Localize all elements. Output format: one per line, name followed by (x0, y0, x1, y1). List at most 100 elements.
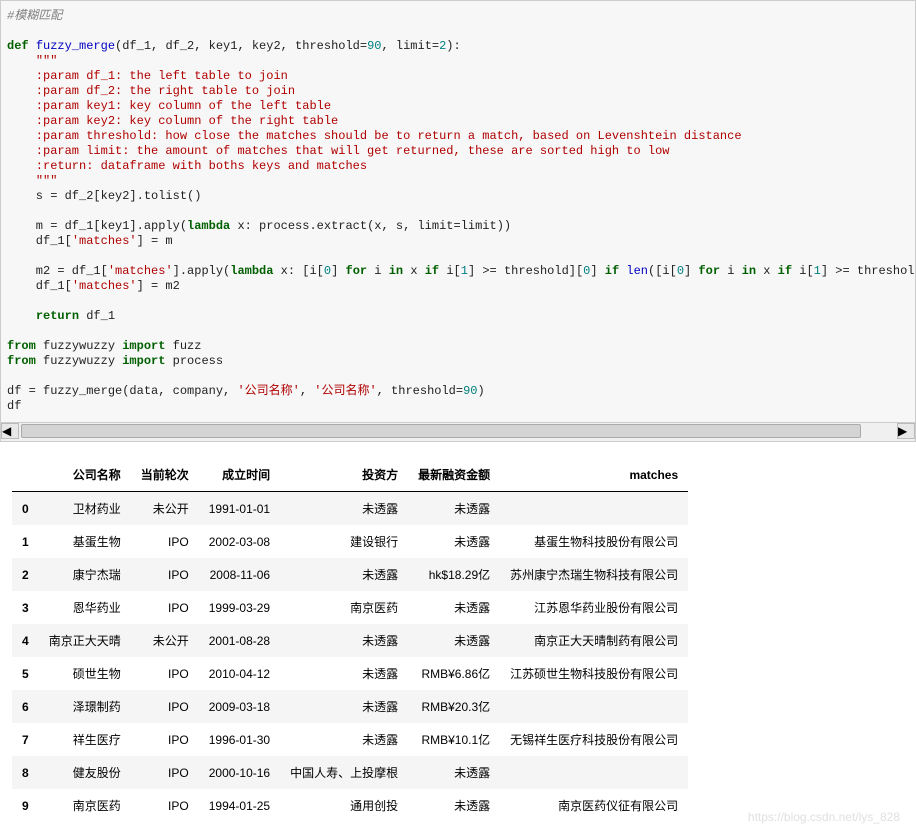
table-cell: 通用创投 (280, 789, 408, 822)
table-cell (500, 756, 688, 789)
table-row: 3恩华药业IPO1999-03-29南京医药未透露江苏恩华药业股份有限公司 (12, 591, 688, 624)
table-cell: IPO (131, 591, 199, 624)
table-cell: 未透露 (280, 690, 408, 723)
table-cell: 未公开 (131, 492, 199, 526)
table-cell: IPO (131, 789, 199, 822)
table-cell: 未透露 (280, 492, 408, 526)
row-index: 2 (12, 558, 39, 591)
code-line: df (7, 399, 909, 414)
row-index: 8 (12, 756, 39, 789)
table-cell: 南京医药 (39, 789, 131, 822)
table-cell: 2001-08-28 (199, 624, 280, 657)
code-line: df_1['matches'] = m (7, 234, 909, 249)
table-cell (500, 492, 688, 526)
code-line: return df_1 (7, 309, 909, 324)
table-cell: hk$18.29亿 (408, 558, 500, 591)
row-index: 4 (12, 624, 39, 657)
code-line: from fuzzywuzzy import process (7, 354, 909, 369)
table-cell: 1991-01-01 (199, 492, 280, 526)
table-cell: RMB¥20.3亿 (408, 690, 500, 723)
column-header: 公司名称 (39, 458, 131, 492)
table-row: 2康宁杰瑞IPO2008-11-06未透露hk$18.29亿苏州康宁杰瑞生物科技… (12, 558, 688, 591)
column-header: matches (500, 458, 688, 492)
code-line (7, 204, 909, 219)
table-cell: 健友股份 (39, 756, 131, 789)
table-cell: 2010-04-12 (199, 657, 280, 690)
table-cell: 中国人寿、上投摩根 (280, 756, 408, 789)
table-cell: 康宁杰瑞 (39, 558, 131, 591)
table-cell: 恩华药业 (39, 591, 131, 624)
code-line (7, 294, 909, 309)
code-line: :param key1: key column of the left tabl… (7, 99, 909, 114)
table-cell: 未透露 (408, 525, 500, 558)
table-cell: RMB¥6.86亿 (408, 657, 500, 690)
table-cell: IPO (131, 756, 199, 789)
table-row: 0卫材药业未公开1991-01-01未透露未透露 (12, 492, 688, 526)
code-line: df_1['matches'] = m2 (7, 279, 909, 294)
scroll-left-button[interactable]: ◀ (1, 423, 19, 439)
dataframe-table: 公司名称当前轮次成立时间投资方最新融资金额matches 0卫材药业未公开199… (12, 458, 688, 822)
table-row: 1基蛋生物IPO2002-03-08建设银行未透露基蛋生物科技股份有限公司 (12, 525, 688, 558)
watermark-text: https://blog.csdn.net/lys_828 (748, 810, 900, 824)
code-line: :param limit: the amount of matches that… (7, 144, 909, 159)
code-line: :param df_2: the right table to join (7, 84, 909, 99)
row-index: 1 (12, 525, 39, 558)
table-cell: 泽璟制药 (39, 690, 131, 723)
table-row: 7祥生医疗IPO1996-01-30未透露RMB¥10.1亿无锡祥生医疗科技股份… (12, 723, 688, 756)
table-row: 8健友股份IPO2000-10-16中国人寿、上投摩根未透露 (12, 756, 688, 789)
table-cell: 硕世生物 (39, 657, 131, 690)
table-cell: 1996-01-30 (199, 723, 280, 756)
table-cell: RMB¥10.1亿 (408, 723, 500, 756)
table-cell: 1994-01-25 (199, 789, 280, 822)
code-line: s = df_2[key2].tolist() (7, 189, 909, 204)
table-cell: 卫材药业 (39, 492, 131, 526)
code-line: :return: dataframe with boths keys and m… (7, 159, 909, 174)
table-cell: 2009-03-18 (199, 690, 280, 723)
code-line: #模糊匹配 (7, 9, 909, 24)
horizontal-scrollbar[interactable]: ◀ ▶ (0, 423, 916, 442)
table-cell: 未透露 (280, 723, 408, 756)
code-line: :param df_1: the left table to join (7, 69, 909, 84)
row-index: 7 (12, 723, 39, 756)
table-cell: 南京医药 (280, 591, 408, 624)
table-cell: 江苏硕世生物科技股份有限公司 (500, 657, 688, 690)
scroll-right-button[interactable]: ▶ (897, 423, 915, 439)
code-line: m2 = df_1['matches'].apply(lambda x: [i[… (7, 264, 909, 279)
column-header: 成立时间 (199, 458, 280, 492)
table-cell: IPO (131, 690, 199, 723)
table-cell: 未透露 (280, 657, 408, 690)
table-cell: IPO (131, 723, 199, 756)
table-cell: 未透露 (408, 756, 500, 789)
table-cell: 无锡祥生医疗科技股份有限公司 (500, 723, 688, 756)
table-cell: 南京正大天晴制药有限公司 (500, 624, 688, 657)
row-index: 6 (12, 690, 39, 723)
dataframe-output: 公司名称当前轮次成立时间投资方最新融资金额matches 0卫材药业未公开199… (0, 458, 916, 830)
table-header-row: 公司名称当前轮次成立时间投资方最新融资金额matches (12, 458, 688, 492)
row-index: 9 (12, 789, 39, 822)
column-header: 最新融资金额 (408, 458, 500, 492)
table-cell: 基蛋生物科技股份有限公司 (500, 525, 688, 558)
row-index: 0 (12, 492, 39, 526)
table-cell: IPO (131, 657, 199, 690)
code-line: """ (7, 54, 909, 69)
code-line: def fuzzy_merge(df_1, df_2, key1, key2, … (7, 39, 909, 54)
column-header: 当前轮次 (131, 458, 199, 492)
table-cell: 未透露 (408, 624, 500, 657)
code-line: :param key2: key column of the right tab… (7, 114, 909, 129)
table-cell: 未透露 (408, 789, 500, 822)
table-cell: 基蛋生物 (39, 525, 131, 558)
table-cell: 南京医药仪征有限公司 (500, 789, 688, 822)
code-line (7, 324, 909, 339)
table-cell: 1999-03-29 (199, 591, 280, 624)
table-cell: 未透露 (280, 624, 408, 657)
code-line: :param threshold: how close the matches … (7, 129, 909, 144)
table-cell: 建设银行 (280, 525, 408, 558)
scroll-thumb[interactable] (21, 424, 861, 438)
table-cell: 2002-03-08 (199, 525, 280, 558)
table-cell: 2008-11-06 (199, 558, 280, 591)
table-cell: 未公开 (131, 624, 199, 657)
code-line: """ (7, 174, 909, 189)
table-cell: IPO (131, 558, 199, 591)
code-line: df = fuzzy_merge(data, company, '公司名称', … (7, 384, 909, 399)
code-cell: #模糊匹配 def fuzzy_merge(df_1, df_2, key1, … (0, 0, 916, 423)
